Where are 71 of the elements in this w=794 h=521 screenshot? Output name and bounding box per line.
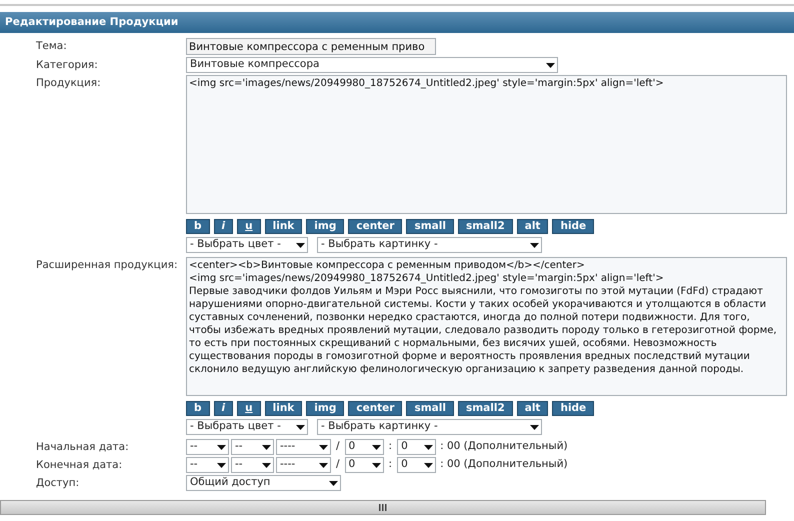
dropdown[interactable]: 0 xyxy=(397,439,436,456)
field-label: Категория: xyxy=(36,58,99,74)
dropdown[interactable]: 0 xyxy=(344,457,384,474)
format-button[interactable]: small2 xyxy=(458,401,513,416)
field-label: Начальная дата: xyxy=(36,440,130,456)
caret-icon xyxy=(319,462,328,468)
format-button[interactable]: img xyxy=(306,219,344,234)
dropdown[interactable]: -- xyxy=(231,439,274,456)
format-button[interactable]: link xyxy=(264,401,302,416)
format-button[interactable]: small xyxy=(406,219,454,234)
caret-icon xyxy=(217,444,226,450)
dropdown[interactable]: 0 xyxy=(344,439,384,456)
caret-icon xyxy=(372,444,381,450)
caret-icon xyxy=(329,480,338,486)
format-button[interactable]: i xyxy=(214,219,234,234)
caret-icon xyxy=(530,242,539,248)
text-area[interactable]: <center><b>Винтовые компрессора с ременным приводом</b></center> <img src='images/news/20949980_18752674_Untitled2.jpeg' style='margin:5px' align='left'> Первые заводчики фолдов Уильям и Мэри Росс выяснили, что гомозиготы по этой мутации (FdFd) страдают нарушениями опорно-двигательной системы. Кости у таких особей укорачиваются и утолщаются в области суставных сочленений, позвонки нередко срастаются, иногда до полной потери подвижности. Для того, чтобы избежать вредных проявлений мутации, следовало разводить породу только в гетерозиготной форме, то есть при постоянных скрещиваний с нормальными, без висячих ушей, особями. Невозможность существования породы в гомозиготной форме и вероятность проявления вредных последствий мутации склонило ведущую английскую фелинологическую организацию к запрету разведения данной породы. xyxy=(186,257,787,396)
caret-icon xyxy=(424,462,434,468)
dropdown[interactable]: Общий доступ xyxy=(186,475,341,492)
format-button[interactable]: alt xyxy=(516,401,548,416)
panel-title: Редактирование Продукции xyxy=(0,12,794,33)
format-button[interactable]: u xyxy=(237,401,261,416)
caret-icon xyxy=(217,462,226,468)
format-button[interactable]: small xyxy=(406,401,454,416)
hint-text: : 00 (Дополнительный) xyxy=(440,439,568,454)
dropdown[interactable]: -- xyxy=(186,439,229,456)
dropdown[interactable]: -- xyxy=(186,457,229,474)
format-button[interactable]: b xyxy=(186,401,210,416)
format-button[interactable]: u xyxy=(237,219,261,234)
grip-icon xyxy=(379,504,387,511)
picture-dropdown[interactable]: - Выбрать картинку - xyxy=(317,419,542,436)
caret-icon xyxy=(530,424,539,430)
dropdown[interactable]: ---- xyxy=(276,439,331,456)
format-button[interactable]: img xyxy=(306,401,344,416)
caret-icon xyxy=(372,462,381,468)
format-button[interactable]: b xyxy=(186,219,210,234)
format-button[interactable]: i xyxy=(214,401,234,416)
caret-icon xyxy=(296,424,305,430)
hint-text: : 00 (Дополнительный) xyxy=(440,457,568,472)
caret-icon xyxy=(262,444,271,450)
caret-icon xyxy=(424,444,434,450)
separator: : xyxy=(388,439,392,454)
field-label: Тема: xyxy=(36,39,68,54)
separator: / xyxy=(336,457,340,472)
dropdown[interactable]: -- xyxy=(231,457,274,474)
separator: : xyxy=(388,457,392,472)
format-button[interactable]: alt xyxy=(516,219,548,234)
format-button[interactable]: link xyxy=(264,219,302,234)
format-button[interactable]: center xyxy=(348,219,402,234)
format-button[interactable]: hide xyxy=(552,401,594,416)
caret-icon xyxy=(319,444,328,450)
separator: / xyxy=(336,439,340,454)
dropdown[interactable]: ---- xyxy=(276,457,331,474)
caret-icon xyxy=(546,62,555,68)
text-area[interactable]: <img src='images/news/20949980_18752674_Untitled2.jpeg' style='margin:5px' align='left'> xyxy=(186,75,787,214)
color-dropdown[interactable]: - Выбрать цвет - xyxy=(186,237,308,254)
field-label: Доступ: xyxy=(36,476,80,492)
format-button[interactable]: small2 xyxy=(458,219,513,234)
picture-dropdown[interactable]: - Выбрать картинку - xyxy=(317,237,542,254)
format-button[interactable]: hide xyxy=(552,219,594,234)
field-label: Конечная дата: xyxy=(36,458,124,474)
field-label: Расширенная продукция: xyxy=(36,258,179,274)
format-button[interactable]: center xyxy=(348,401,402,416)
dropdown[interactable]: Винтовые компрессора xyxy=(186,57,558,74)
horizontal-scrollbar[interactable] xyxy=(0,500,766,515)
dropdown[interactable]: 0 xyxy=(397,457,436,474)
field-label: Продукция: xyxy=(36,76,102,92)
text-field[interactable]: Винтовые компрессора с ременным приво xyxy=(186,38,436,55)
caret-icon xyxy=(262,462,271,468)
caret-icon xyxy=(296,242,305,248)
color-dropdown[interactable]: - Выбрать цвет - xyxy=(186,419,308,436)
